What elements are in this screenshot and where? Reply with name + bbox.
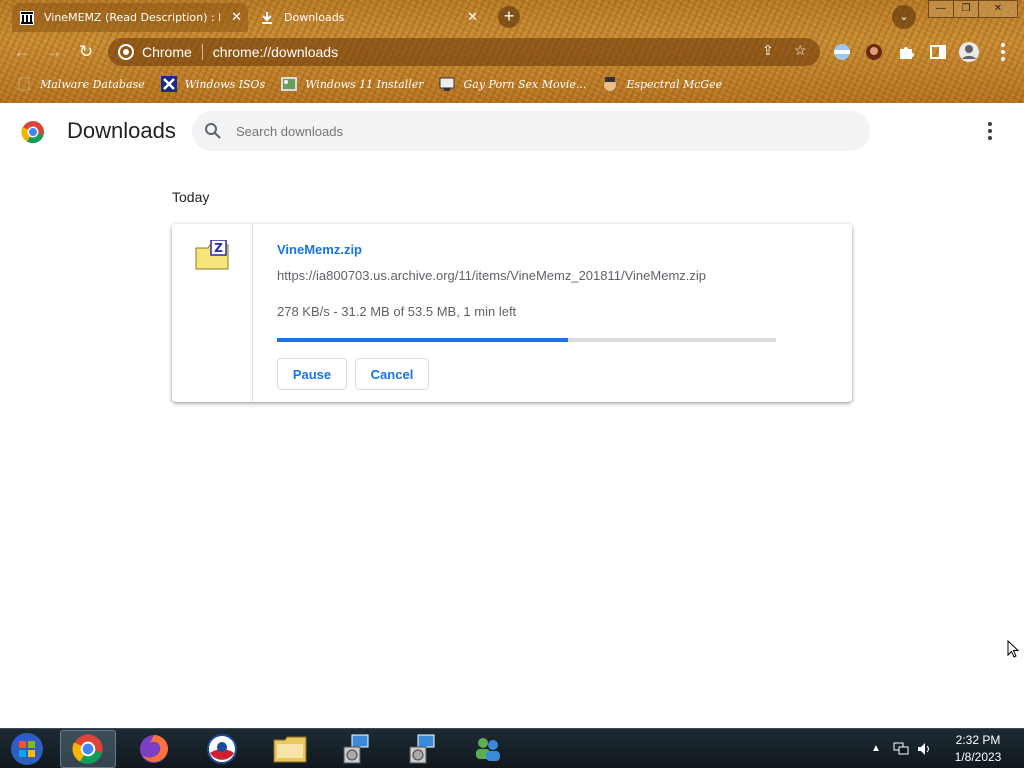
tab-title: VineMEMZ (Read Description) : F xyxy=(44,11,220,24)
downloads-header: Downloads xyxy=(0,103,1024,159)
bookmark-movie[interactable]: Gay Porn Sex Movie... xyxy=(439,76,586,92)
search-icon xyxy=(205,123,221,139)
download-item: Z VineMemz.zip https://ia800703.us.archi… xyxy=(172,224,852,402)
bookmark-label: Espectral McGee xyxy=(626,77,723,91)
taskbar-obama-app[interactable] xyxy=(194,730,250,768)
chrome-icon xyxy=(72,734,103,764)
more-actions-icon[interactable] xyxy=(980,121,1000,141)
site-label: Chrome xyxy=(142,44,192,60)
bookmark-espectral-mcgee[interactable]: Espectral McGee xyxy=(602,76,722,92)
tab-title: Downloads xyxy=(284,11,345,24)
x-logo-icon xyxy=(160,76,177,92)
show-hidden-icons[interactable]: ▲ xyxy=(871,743,881,754)
file-name-link[interactable]: VineMemz.zip xyxy=(277,242,362,257)
bookmark-windows-isos[interactable]: Windows ISOs xyxy=(160,76,266,92)
bookmarks-bar: Malware Database Windows ISOs Windows 11… xyxy=(0,73,1024,95)
page-title: Downloads xyxy=(67,118,176,143)
archive-icon xyxy=(20,10,34,25)
download-status: 278 KB/s - 31.2 MB of 53.5 MB, 1 min lef… xyxy=(277,304,517,319)
flag-extension-icon[interactable] xyxy=(833,43,851,61)
new-tab-button[interactable]: + xyxy=(498,6,520,28)
date-group-label: Today xyxy=(172,189,210,205)
file-url[interactable]: https://ia800703.us.archive.org/11/items… xyxy=(277,268,706,283)
system-clock[interactable]: 2:32 PM 1/8/2023 xyxy=(944,732,1012,766)
file-icon-column: Z xyxy=(172,224,253,402)
puzzle-icon[interactable] xyxy=(897,43,915,61)
url-text[interactable]: chrome://downloads xyxy=(213,44,338,60)
firefox-icon xyxy=(140,735,168,763)
clock-time: 2:32 PM xyxy=(955,733,1001,747)
progress-fill xyxy=(277,338,568,342)
search-input[interactable] xyxy=(236,123,836,139)
minimize-button[interactable]: — xyxy=(928,0,954,18)
maximize-button[interactable]: ❐ xyxy=(953,0,979,18)
reload-button[interactable]: ↻ xyxy=(76,42,96,62)
bookmark-windows-11-installer[interactable]: Windows 11 Installer xyxy=(281,76,423,92)
browser-frame: VineMEMZ (Read Description) : F ✕ Downlo… xyxy=(0,0,1024,103)
installer-icon xyxy=(343,734,369,764)
divider xyxy=(201,44,203,60)
face-icon xyxy=(602,76,618,92)
close-tab-icon[interactable]: ✕ xyxy=(231,10,242,25)
taskbar-installer-2[interactable] xyxy=(394,730,450,768)
mouse-cursor-icon xyxy=(1007,640,1019,658)
browser-menu-icon[interactable] xyxy=(993,42,1013,62)
chrome-logo-icon xyxy=(21,121,44,144)
start-button[interactable] xyxy=(0,730,54,768)
bookmark-label: Windows 11 Installer xyxy=(305,77,424,91)
taskbar-installer-1[interactable] xyxy=(328,730,384,768)
back-button[interactable]: ← xyxy=(12,42,32,62)
taskbar-chrome[interactable] xyxy=(60,730,116,768)
bookmark-star-icon[interactable]: ☆ xyxy=(794,42,807,59)
taskbar: ▲ 2:32 PM 1/8/2023 xyxy=(0,728,1024,768)
browser-toolbar: ← → ↻ Chrome chrome://downloads ⇪ ☆ xyxy=(0,36,1024,68)
bookmark-label: Malware Database xyxy=(40,77,145,91)
svg-text:Z: Z xyxy=(214,241,223,255)
close-window-button[interactable]: ✕ xyxy=(978,0,1018,18)
cancel-button[interactable]: Cancel xyxy=(355,358,429,390)
taskbar-users-app[interactable] xyxy=(460,730,516,768)
users-icon xyxy=(476,738,500,761)
address-bar[interactable]: Chrome chrome://downloads xyxy=(108,38,820,66)
volume-icon[interactable] xyxy=(917,742,933,756)
installer-icon xyxy=(409,734,435,764)
tab-downloads[interactable]: Downloads ✕ xyxy=(252,3,484,32)
pause-button[interactable]: Pause xyxy=(277,358,347,390)
computer-icon xyxy=(439,76,455,92)
network-icon[interactable] xyxy=(893,742,909,756)
downloads-page: Downloads Today Z VineMemz.zip https://i… xyxy=(0,103,1024,728)
zip-file-icon: Z xyxy=(195,240,229,270)
obama-logo-icon xyxy=(207,734,237,764)
image-icon xyxy=(281,76,298,92)
close-tab-icon[interactable]: ✕ xyxy=(467,10,478,25)
bookmark-malware-database[interactable]: Malware Database xyxy=(16,76,145,92)
tab-search-button[interactable]: ⌄ xyxy=(892,5,916,29)
blank-page-icon xyxy=(16,76,32,92)
taskbar-firefox[interactable] xyxy=(126,730,182,768)
forward-button[interactable]: → xyxy=(44,42,64,62)
download-icon xyxy=(260,11,274,25)
start-orb-icon xyxy=(11,733,43,765)
clock-date: 1/8/2023 xyxy=(954,750,1002,764)
bookmark-label: Windows ISOs xyxy=(184,77,266,91)
side-panel-icon[interactable] xyxy=(929,43,947,61)
chrome-icon xyxy=(118,44,134,60)
avatar-extension-icon[interactable] xyxy=(865,43,883,61)
progress-bar xyxy=(277,338,776,342)
taskbar-explorer[interactable] xyxy=(262,730,318,768)
share-icon[interactable]: ⇪ xyxy=(762,42,774,59)
search-bar[interactable] xyxy=(192,111,870,151)
folder-icon xyxy=(273,736,307,763)
bookmark-label: Gay Porn Sex Movie... xyxy=(463,77,587,91)
tab-vinememz[interactable]: VineMEMZ (Read Description) : F ✕ xyxy=(12,3,248,32)
profile-icon[interactable] xyxy=(958,41,980,63)
